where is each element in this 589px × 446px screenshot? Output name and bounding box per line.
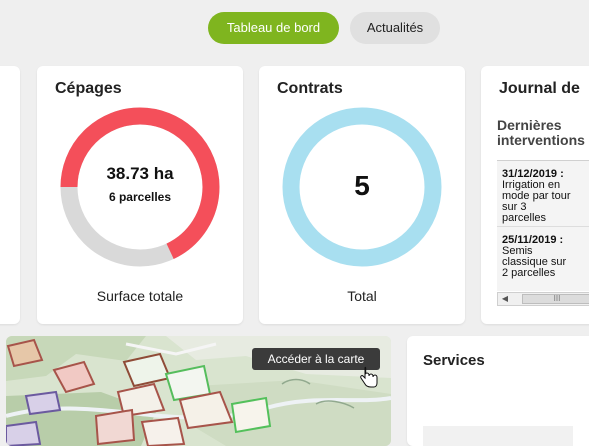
contrats-total-value: 5 bbox=[354, 170, 370, 201]
cepages-title: Cépages bbox=[55, 80, 122, 97]
journal-title: Journal de bbox=[499, 80, 580, 97]
journal-intervention-list[interactable]: 31/12/2019 : Irrigation en mode par tour… bbox=[497, 160, 589, 291]
services-title: Services bbox=[423, 352, 485, 369]
top-tab-bar: Tableau de bord Actualités bbox=[0, 12, 589, 44]
journal-entry-text: 2 parcelles bbox=[502, 267, 556, 279]
scrollbar-thumb[interactable]: III bbox=[522, 294, 589, 304]
cepages-parcelles-count: 6 parcelles bbox=[108, 190, 172, 204]
scroll-left-arrow-icon[interactable]: ◀ bbox=[498, 293, 512, 305]
tab-tableau-de-bord[interactable]: Tableau de bord bbox=[208, 12, 339, 44]
contrats-title: Contrats bbox=[277, 80, 343, 97]
cepages-surface-value: 38.73 ha bbox=[106, 164, 174, 183]
contrats-donut-center: 5 bbox=[277, 102, 447, 272]
services-card[interactable]: Services bbox=[407, 336, 589, 446]
cepages-card[interactable]: Cépages 38.73 ha 6 parcelles Surface tot… bbox=[37, 66, 243, 324]
journal-horizontal-scrollbar[interactable]: ◀ III bbox=[497, 292, 589, 306]
services-placeholder-bar bbox=[423, 426, 573, 446]
journal-entry: 31/12/2019 : Irrigation en mode par tour… bbox=[497, 161, 589, 226]
partial-left-card bbox=[0, 66, 20, 324]
hand-cursor-icon bbox=[360, 366, 378, 388]
cepages-donut-center: 38.73 ha 6 parcelles bbox=[55, 102, 225, 272]
journal-subtitle-line-2: interventions bbox=[497, 132, 585, 148]
journal-card[interactable]: Journal de Dernières interventions 31/12… bbox=[481, 66, 589, 324]
journal-subtitle-line-1: Dernières bbox=[497, 117, 562, 133]
tab-actualites[interactable]: Actualités bbox=[350, 12, 440, 44]
journal-subtitle: Dernières interventions bbox=[497, 118, 585, 148]
contrats-card[interactable]: Contrats 5 Total bbox=[259, 66, 465, 324]
cepages-caption: Surface totale bbox=[96, 288, 184, 304]
contrats-caption: Total bbox=[347, 288, 377, 304]
journal-entry: 25/11/2019 : Semis classique sur 2 parce… bbox=[497, 226, 589, 281]
journal-entry-text: parcelles bbox=[502, 212, 547, 224]
